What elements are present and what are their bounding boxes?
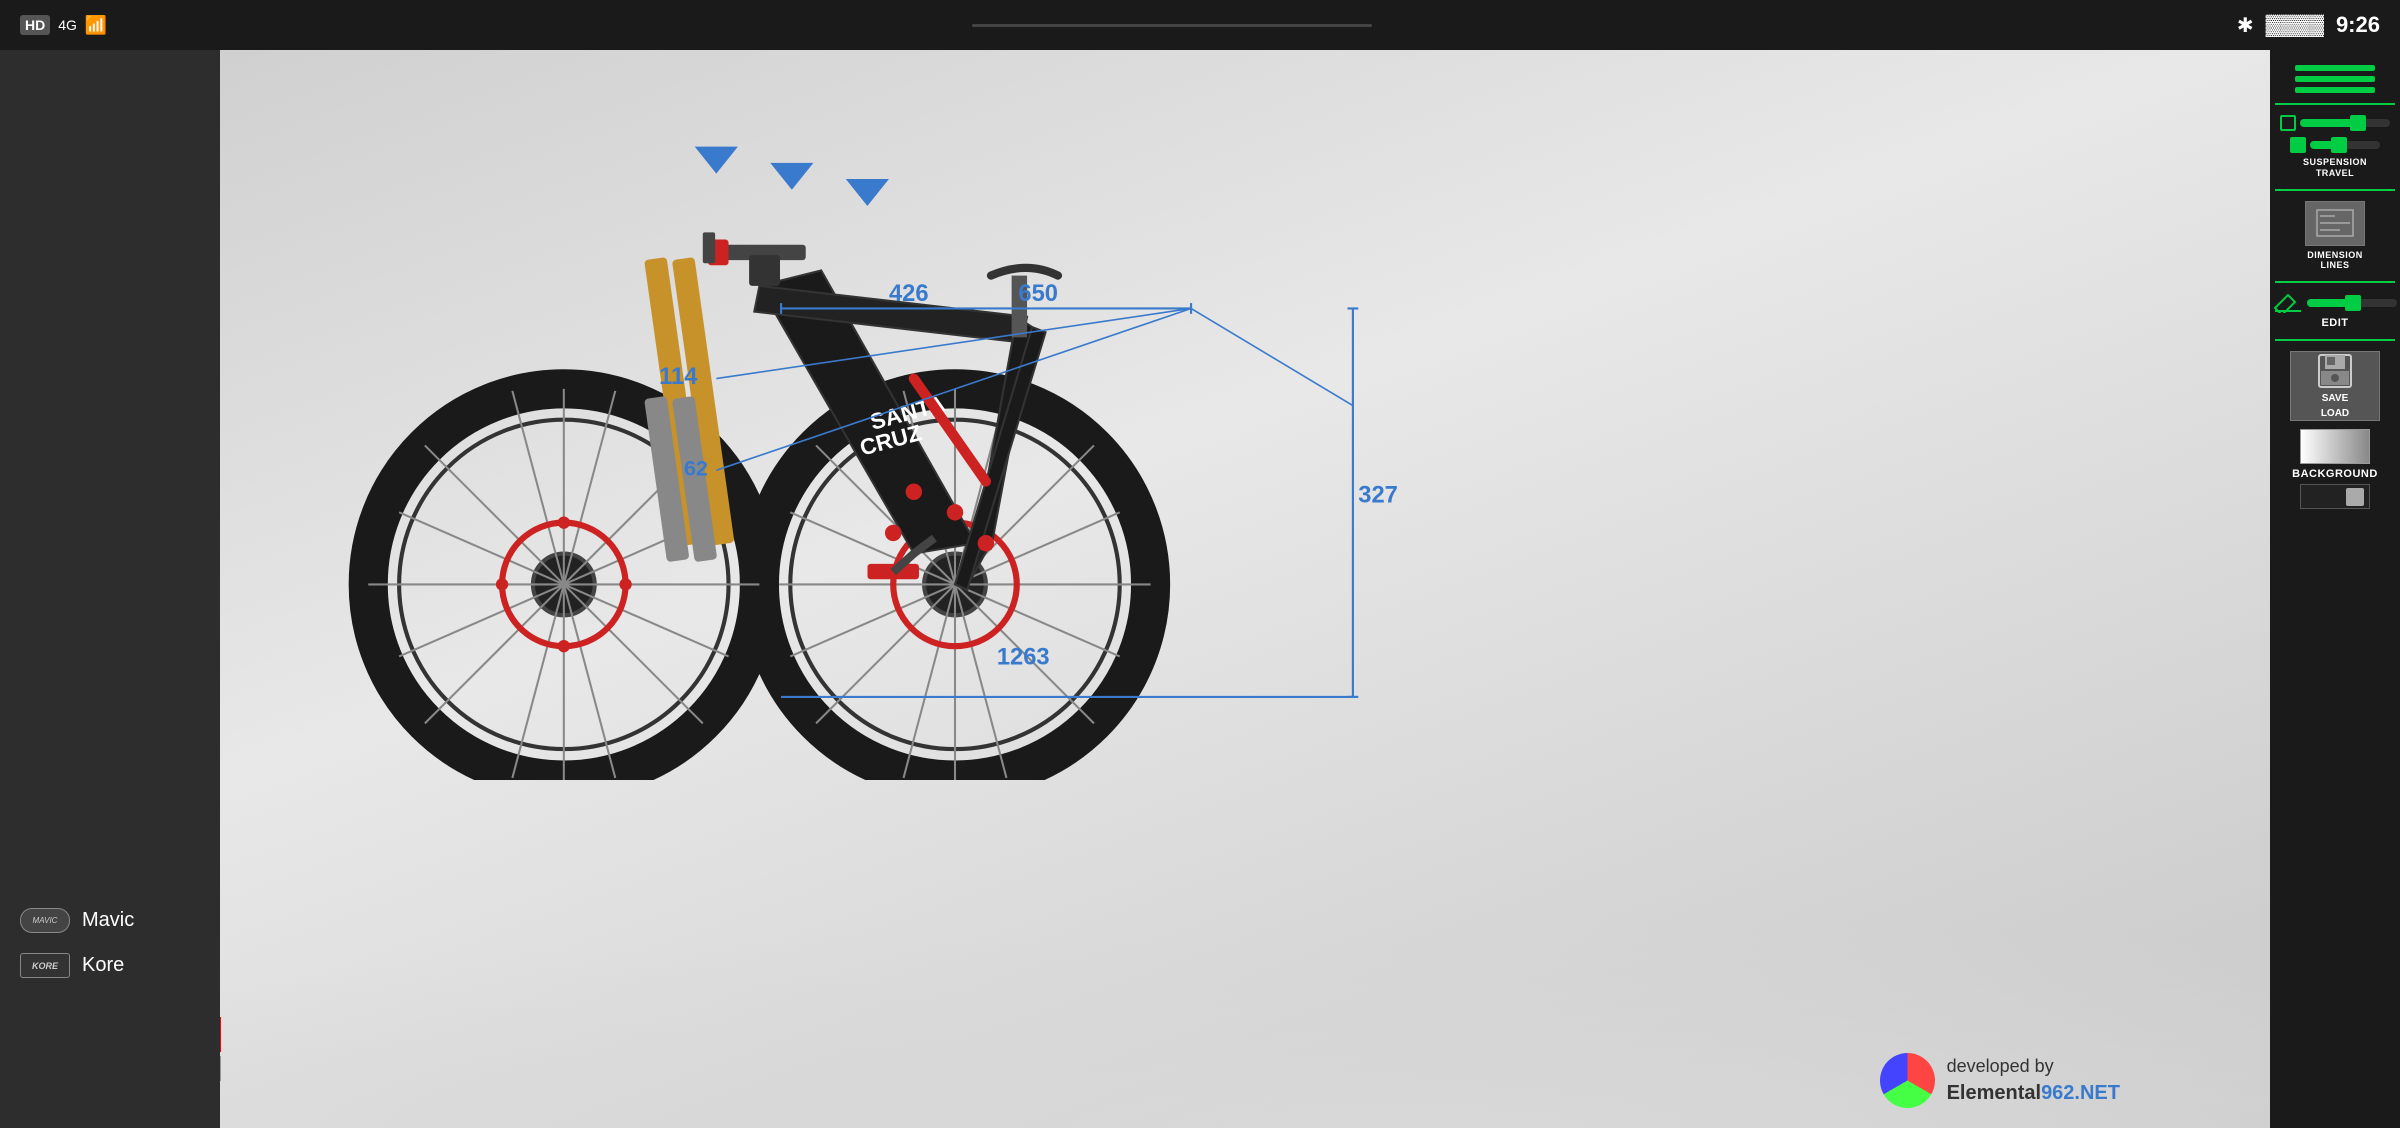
brand-mavic[interactable]: MAVIC Mavic	[20, 908, 200, 933]
dimension-lines-control[interactable]: DIMENSIONLINES	[2280, 201, 2390, 272]
background-dark-swatch[interactable]	[2300, 484, 2370, 509]
kore-name: Kore	[82, 954, 124, 977]
edit-icon	[2273, 293, 2303, 313]
brand-kore[interactable]: KORE Kore	[20, 953, 200, 978]
status-left: HD 4G 📶	[20, 15, 107, 36]
panel-divider-2	[2275, 189, 2395, 191]
suspension-indicator	[2290, 137, 2306, 153]
main-viewport[interactable]: MAXXIS FOX SANTA CRUZ	[220, 50, 2270, 1128]
battery-icon: ▓▓▓▓	[2266, 14, 2324, 37]
dev-text: developed by Elemental962.NET	[1947, 1054, 2120, 1107]
brand-area: MAVIC Mavic KORE Kore	[0, 893, 220, 993]
suspension-slider-row	[2280, 115, 2390, 131]
suspension-slider-thumb-2[interactable]	[2331, 137, 2347, 153]
hamburger-icon	[2295, 65, 2375, 93]
panel-divider-3	[2275, 281, 2395, 283]
mavic-logo: MAVIC	[20, 908, 70, 933]
edit-label: EDIT	[2321, 317, 2348, 329]
right-panel: SUSPENSIONTRAVEL DIMENSIONLINES	[2270, 50, 2400, 1128]
signal-bars: 📶	[85, 15, 107, 36]
edit-slider[interactable]	[2307, 299, 2397, 307]
suspension-slider-thumb[interactable]	[2350, 115, 2366, 131]
kore-logo: KORE	[20, 953, 70, 978]
left-sidebar: MAVIC Mavic KORE Kore	[0, 50, 220, 1128]
save-load-button[interactable]: SAVE LOAD	[2280, 351, 2390, 421]
hd-badge: HD	[20, 15, 50, 35]
dev-logo	[1880, 1053, 1935, 1108]
background-control[interactable]: BACKGROUND	[2280, 429, 2390, 509]
dev-badge: developed by Elemental962.NET	[1880, 1053, 2120, 1108]
suspension-slider-track[interactable]	[2300, 119, 2390, 127]
bike-svg: MAXXIS FOX SANTA CRUZ	[300, 80, 1260, 780]
panel-divider-1	[2275, 103, 2395, 105]
edit-control[interactable]: EDIT	[2280, 293, 2390, 329]
signal-4g: 4G	[58, 17, 77, 33]
bluetooth-icon: ✱	[2237, 13, 2254, 38]
clock: 9:26	[2336, 12, 2380, 38]
suspension-label: SUSPENSIONTRAVEL	[2303, 157, 2367, 179]
background-label: BACKGROUND	[2292, 468, 2378, 480]
status-bar: HD 4G 📶 ✱ ▓▓▓▓ 9:26	[0, 0, 2400, 50]
dimension-lines-icon[interactable]	[2305, 201, 2365, 246]
panel-divider-4	[2275, 339, 2395, 341]
mavic-name: Mavic	[82, 909, 134, 932]
hamburger-menu-button[interactable]	[2280, 65, 2390, 93]
background-swatch[interactable]	[2300, 429, 2370, 464]
dev-site: 962.NET	[2041, 1082, 2120, 1104]
dev-line1: developed by	[1947, 1056, 2054, 1076]
status-right: ✱ ▓▓▓▓ 9:26	[2237, 12, 2380, 38]
dimension-lines-label: DIMENSIONLINES	[2307, 250, 2363, 272]
suspension-slider-track-2[interactable]	[2310, 141, 2380, 149]
save-load-icon-box[interactable]: SAVE LOAD	[2290, 351, 2380, 421]
status-center	[972, 24, 1372, 27]
suspension-checkbox[interactable]	[2280, 115, 2296, 131]
dev-line2: Elemental962.NET	[1947, 1079, 2120, 1107]
bg-thumb[interactable]	[2346, 488, 2364, 506]
svg-text:327: 327	[1358, 483, 1398, 509]
load-label: LOAD	[2321, 408, 2349, 419]
bike-scene: MAXXIS FOX SANTA CRUZ	[220, 50, 2270, 1128]
save-label: SAVE	[2322, 393, 2349, 404]
suspension-travel-control[interactable]: SUSPENSIONTRAVEL	[2280, 115, 2390, 179]
save-icon	[2317, 353, 2353, 389]
